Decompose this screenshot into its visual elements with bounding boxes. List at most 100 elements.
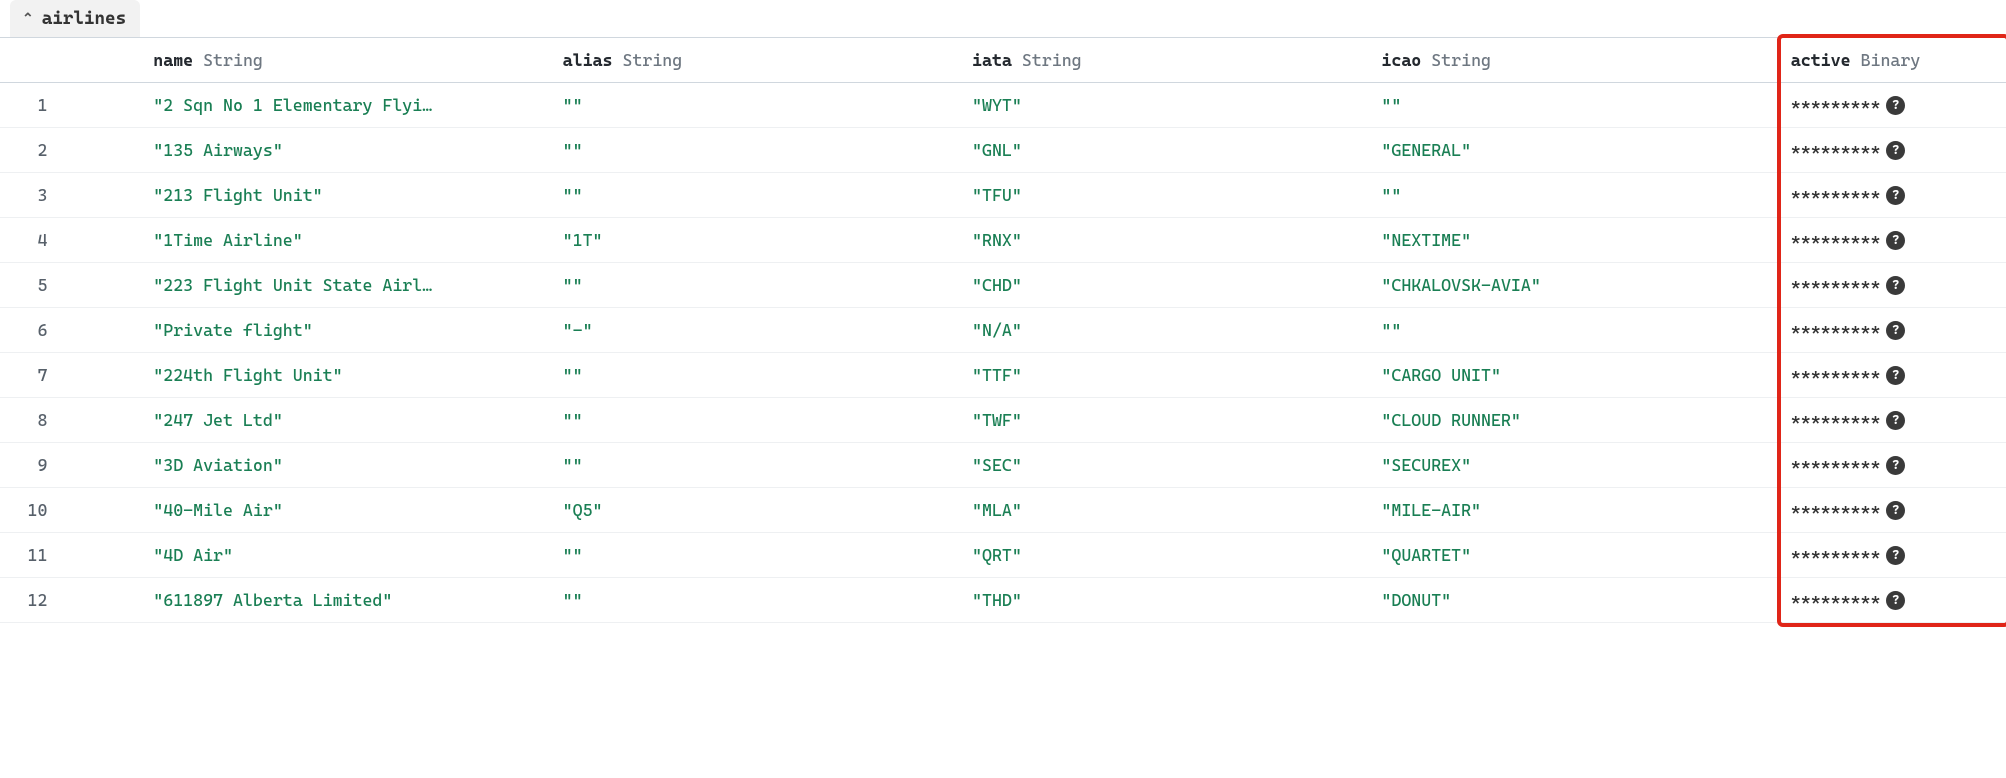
cell-name[interactable]: "135 Airways" — [143, 128, 552, 173]
help-icon[interactable]: ? — [1886, 366, 1905, 385]
spacer-header — [61, 38, 143, 83]
cell-alias[interactable]: "" — [553, 353, 962, 398]
table-row[interactable]: 8"247 Jet Ltd""""TWF""CLOUD RUNNER"*****… — [0, 398, 2006, 443]
cell-active[interactable]: *********? — [1781, 308, 2006, 353]
column-header-active[interactable]: active Binary — [1781, 38, 2006, 83]
cell-iata[interactable]: "N/A" — [962, 308, 1371, 353]
table-row[interactable]: 3"213 Flight Unit""""TFU"""*********? — [0, 173, 2006, 218]
table-row[interactable]: 12"611897 Alberta Limited""""THD""DONUT"… — [0, 578, 2006, 623]
table-row[interactable]: 5"223 Flight Unit State Airl…"""CHD""CHK… — [0, 263, 2006, 308]
cell-alias[interactable]: "" — [553, 83, 962, 128]
cell-alias[interactable]: "" — [553, 173, 962, 218]
cell-name[interactable]: "247 Jet Ltd" — [143, 398, 552, 443]
cell-icao[interactable]: "GENERAL" — [1371, 128, 1780, 173]
cell-icao[interactable]: "DONUT" — [1371, 578, 1780, 623]
cell-name[interactable]: "611897 Alberta Limited" — [143, 578, 552, 623]
cell-icao[interactable]: "SECUREX" — [1371, 443, 1780, 488]
cell-name[interactable]: "4D Air" — [143, 533, 552, 578]
cell-iata[interactable]: "RNX" — [962, 218, 1371, 263]
cell-name[interactable]: "213 Flight Unit" — [143, 173, 552, 218]
cell-active[interactable]: *********? — [1781, 218, 2006, 263]
cell-alias[interactable]: "-" — [553, 308, 962, 353]
cell-iata[interactable]: "THD" — [962, 578, 1371, 623]
help-icon[interactable]: ? — [1886, 501, 1905, 520]
table-row[interactable]: 6"Private flight""-""N/A"""*********? — [0, 308, 2006, 353]
cell-iata[interactable]: "QRT" — [962, 533, 1371, 578]
cell-active[interactable]: *********? — [1781, 128, 2006, 173]
cell-iata[interactable]: "GNL" — [962, 128, 1371, 173]
cell-active[interactable]: *********? — [1781, 443, 2006, 488]
cell-alias[interactable]: "" — [553, 443, 962, 488]
cell-name[interactable]: "Private flight" — [143, 308, 552, 353]
table-title[interactable]: ⌃ airlines — [10, 0, 140, 37]
cell-name[interactable]: "1Time Airline" — [143, 218, 552, 263]
cell-name[interactable]: "40-Mile Air" — [143, 488, 552, 533]
row-number: 10 — [0, 488, 61, 533]
cell-active[interactable]: *********? — [1781, 83, 2006, 128]
help-icon[interactable]: ? — [1886, 321, 1905, 340]
cell-iata[interactable]: "SEC" — [962, 443, 1371, 488]
row-number: 11 — [0, 533, 61, 578]
cell-name[interactable]: "223 Flight Unit State Airl… — [143, 263, 552, 308]
column-header-icao[interactable]: icao String — [1371, 38, 1780, 83]
cell-icao[interactable]: "CHKALOVSK-AVIA" — [1371, 263, 1780, 308]
table-row[interactable]: 1"2 Sqn No 1 Elementary Flyi…"""WYT"""**… — [0, 83, 2006, 128]
spacer-cell — [61, 218, 143, 263]
cell-alias[interactable]: "" — [553, 128, 962, 173]
table-row[interactable]: 9"3D Aviation""""SEC""SECUREX"*********? — [0, 443, 2006, 488]
cell-icao[interactable]: "CLOUD RUNNER" — [1371, 398, 1780, 443]
cell-active[interactable]: *********? — [1781, 578, 2006, 623]
cell-active[interactable]: *********? — [1781, 263, 2006, 308]
help-icon[interactable]: ? — [1886, 276, 1905, 295]
help-icon[interactable]: ? — [1886, 186, 1905, 205]
masked-value: ********* — [1791, 95, 1881, 115]
cell-icao[interactable]: "MILE-AIR" — [1371, 488, 1780, 533]
spacer-cell — [61, 443, 143, 488]
help-icon[interactable]: ? — [1886, 96, 1905, 115]
help-icon[interactable]: ? — [1886, 591, 1905, 610]
cell-alias[interactable]: "1T" — [553, 218, 962, 263]
cell-iata[interactable]: "TWF" — [962, 398, 1371, 443]
spacer-cell — [61, 533, 143, 578]
masked-value: ********* — [1791, 230, 1881, 250]
help-icon[interactable]: ? — [1886, 411, 1905, 430]
cell-active[interactable]: *********? — [1781, 173, 2006, 218]
cell-iata[interactable]: "WYT" — [962, 83, 1371, 128]
cell-iata[interactable]: "MLA" — [962, 488, 1371, 533]
cell-icao[interactable]: "" — [1371, 173, 1780, 218]
help-icon[interactable]: ? — [1886, 231, 1905, 250]
table-row[interactable]: 11 "4D Air""""QRT""QUARTET"*********? — [0, 533, 2006, 578]
cell-alias[interactable]: "" — [553, 398, 962, 443]
table-row[interactable]: 2"135 Airways""""GNL""GENERAL"*********? — [0, 128, 2006, 173]
masked-value: ********* — [1791, 320, 1881, 340]
cell-active[interactable]: *********? — [1781, 398, 2006, 443]
column-header-name[interactable]: name String — [143, 38, 552, 83]
table-row[interactable]: 7"224th Flight Unit""""TTF""CARGO UNIT"*… — [0, 353, 2006, 398]
cell-alias[interactable]: "Q5" — [553, 488, 962, 533]
cell-active[interactable]: *********? — [1781, 488, 2006, 533]
cell-alias[interactable]: "" — [553, 263, 962, 308]
row-number: 6 — [0, 308, 61, 353]
cell-name[interactable]: "2 Sqn No 1 Elementary Flyi… — [143, 83, 552, 128]
cell-iata[interactable]: "CHD" — [962, 263, 1371, 308]
cell-icao[interactable]: "" — [1371, 308, 1780, 353]
table-row[interactable]: 10 "40-Mile Air""Q5""MLA""MILE-AIR"******… — [0, 488, 2006, 533]
cell-icao[interactable]: "CARGO UNIT" — [1371, 353, 1780, 398]
cell-iata[interactable]: "TFU" — [962, 173, 1371, 218]
cell-active[interactable]: *********? — [1781, 353, 2006, 398]
cell-icao[interactable]: "QUARTET" — [1371, 533, 1780, 578]
cell-icao[interactable]: "NEXTIME" — [1371, 218, 1780, 263]
column-header-iata[interactable]: iata String — [962, 38, 1371, 83]
help-icon[interactable]: ? — [1886, 141, 1905, 160]
cell-name[interactable]: "3D Aviation" — [143, 443, 552, 488]
cell-iata[interactable]: "TTF" — [962, 353, 1371, 398]
help-icon[interactable]: ? — [1886, 546, 1905, 565]
cell-name[interactable]: "224th Flight Unit" — [143, 353, 552, 398]
help-icon[interactable]: ? — [1886, 456, 1905, 475]
cell-icao[interactable]: "" — [1371, 83, 1780, 128]
table-row[interactable]: 4"1Time Airline""1T""RNX""NEXTIME"******… — [0, 218, 2006, 263]
column-header-alias[interactable]: alias String — [553, 38, 962, 83]
cell-alias[interactable]: "" — [553, 533, 962, 578]
cell-active[interactable]: *********? — [1781, 533, 2006, 578]
cell-alias[interactable]: "" — [553, 578, 962, 623]
